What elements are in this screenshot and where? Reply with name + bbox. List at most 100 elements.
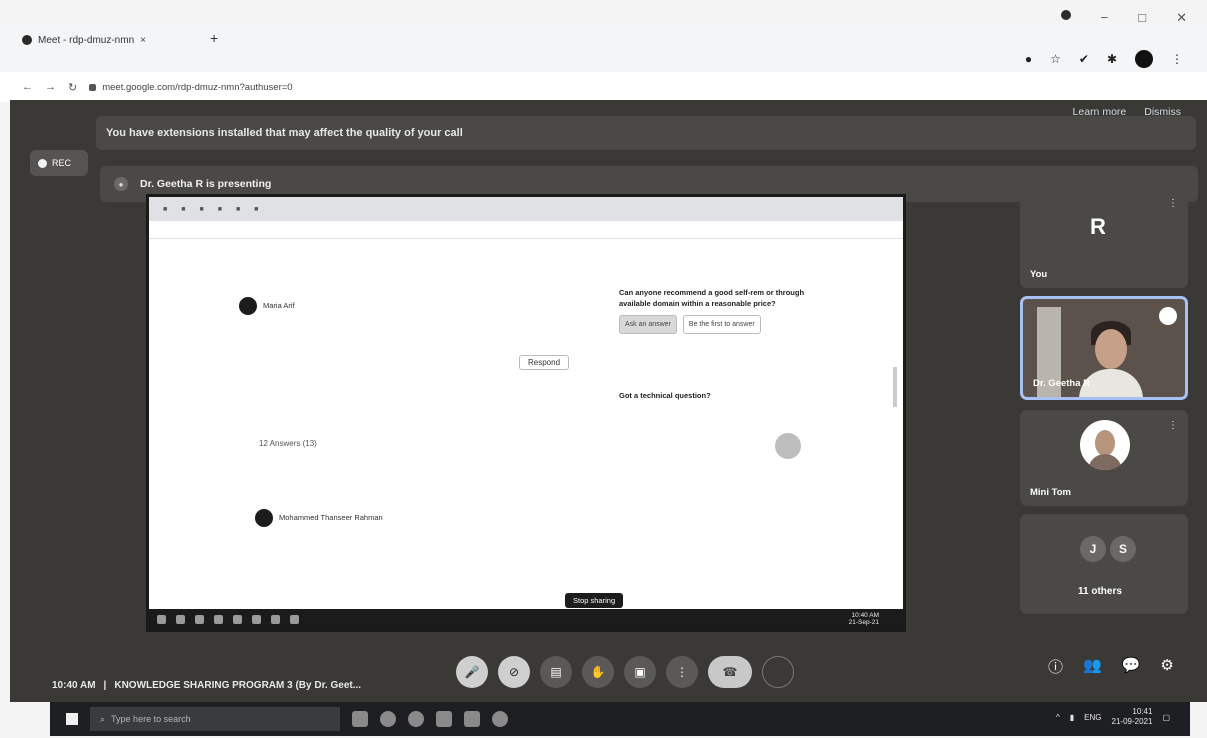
store-icon[interactable] [464, 711, 480, 727]
participant-name: Mini Tom [1030, 487, 1071, 498]
tile-menu-icon[interactable]: ⋮ [1168, 198, 1178, 209]
profile-dot-icon[interactable] [1060, 10, 1071, 20]
screen: Meet - rdp-dmuz-nmn × + − □ ✕ ← → ↻ meet… [0, 0, 1207, 738]
chat-icon[interactable]: 💬 [1122, 656, 1141, 677]
url-field[interactable]: meet.google.com/rdp-dmuz-nmn?authuser=0 [89, 82, 293, 93]
task-view-icon[interactable] [352, 711, 368, 727]
participant-avatar [1080, 420, 1130, 470]
ask-answer-button: Ask an answer [619, 315, 677, 334]
shared-taskbar-icon [176, 614, 185, 624]
shared-taskbar-icon [214, 614, 223, 624]
profile-avatar[interactable] [1135, 50, 1153, 68]
shared-taskbar-icon [290, 614, 299, 624]
shared-tab-icon: ■ [163, 205, 168, 213]
lang-indicator[interactable]: ENG [1084, 713, 1101, 722]
participant-tile-mini[interactable]: ⋮ Mini Tom [1020, 410, 1188, 506]
system-tray: ^ ▮ ENG 10:41 21-09-2021 ▢ [1056, 707, 1170, 727]
mic-button[interactable]: 🎤 [456, 656, 488, 688]
window-controls: − □ ✕ [1060, 10, 1187, 26]
star-icon[interactable]: ☆ [1050, 52, 1061, 66]
you-initial: R [1090, 214, 1106, 239]
settings-icon[interactable] [492, 711, 508, 727]
participant-tile-presenter[interactable]: Dr. Geetha R [1020, 296, 1188, 400]
activities-icon[interactable]: ⚙ [1160, 656, 1173, 677]
participant-badge-s: S [1110, 536, 1136, 562]
back-icon[interactable]: ← [22, 81, 33, 93]
presenter-pin-icon[interactable]: ● [114, 177, 128, 191]
present-button[interactable]: ▣ [624, 656, 656, 688]
shared-taskbar-icon [157, 614, 166, 624]
shared-tab-icon: ■ [217, 205, 222, 213]
tab-close-icon[interactable]: × [140, 35, 146, 46]
dismiss-button[interactable]: Dismiss [1144, 106, 1181, 118]
raise-hand-button[interactable]: ✋ [582, 656, 614, 688]
minimize-button[interactable]: − [1101, 10, 1109, 26]
battery-icon[interactable]: ▮ [1070, 713, 1074, 722]
search-placeholder: Type here to search [111, 714, 191, 724]
mic-active-icon [1159, 307, 1177, 325]
more-options-button[interactable]: ⋮ [666, 656, 698, 688]
shared-address-bar [149, 221, 903, 239]
taskbar-search[interactable]: ⌕ Type here to search [90, 707, 340, 731]
chrome-icon[interactable] [408, 711, 424, 727]
shared-tab-icon: ■ [235, 205, 241, 213]
comment-author: Maria Arif [263, 301, 295, 310]
shared-taskbar-icon [271, 614, 280, 624]
side-controls: ⓘ 👥 💬 ⚙ [1048, 656, 1174, 677]
participant-tile-you[interactable]: R ⋮ You [1020, 188, 1188, 288]
address-bar: ← → ↻ meet.google.com/rdp-dmuz-nmn?authu… [0, 72, 1207, 102]
forward-icon[interactable]: → [45, 81, 56, 93]
camera-button[interactable]: ⊘ [498, 656, 530, 688]
record-dot-icon [38, 158, 47, 168]
blank-control-button[interactable] [762, 656, 794, 688]
others-count: 11 others [1078, 586, 1122, 597]
meeting-time: 10:40 AM [52, 680, 96, 691]
search-icon: ⌕ [100, 713, 106, 724]
comment-2-author: Mohammed Thanseer Rahman [279, 513, 383, 522]
shared-tab-icon: ■ [254, 205, 259, 213]
people-icon[interactable]: 👥 [1083, 656, 1102, 677]
meet-window: You have extensions installed that may a… [10, 100, 1207, 702]
maximize-button[interactable]: □ [1138, 10, 1146, 26]
new-tab-button[interactable]: + [210, 30, 218, 46]
commenter-2-avatar [255, 509, 273, 527]
shared-tab-icon: ■ [181, 205, 186, 213]
shared-right-panel: Can anyone recommend a good self-rem or … [619, 241, 819, 401]
shared-taskbar [149, 609, 903, 629]
first-answer-button: Be the first to answer [682, 315, 761, 334]
close-window-button[interactable]: ✕ [1176, 10, 1187, 26]
end-call-button[interactable]: ☎ [708, 656, 752, 688]
banner-actions: Learn more Dismiss [1073, 106, 1181, 118]
taskbar-clock[interactable]: 10:41 21-09-2021 [1112, 707, 1153, 727]
shared-tab-icon: ■ [199, 205, 204, 213]
shared-taskbar-icon [252, 614, 261, 624]
shared-taskbar-icon [195, 614, 204, 624]
windows-start-icon[interactable] [66, 713, 78, 725]
shared-taskbar-icon [233, 614, 242, 624]
captions-button[interactable]: ▤ [540, 656, 572, 688]
meeting-separator: | [103, 680, 107, 691]
browser-tab[interactable]: Meet - rdp-dmuz-nmn × [22, 28, 202, 52]
call-controls: 🎤 ⊘ ▤ ✋ ▣ ⋮ ☎ [456, 656, 794, 688]
tray-chevron-icon[interactable]: ^ [1056, 713, 1060, 722]
tile-menu-icon[interactable]: ⋮ [1168, 420, 1178, 431]
shared-browser-tabs: ■ ■ ■ ■ ■ ■ [149, 197, 903, 221]
avatar-face [1095, 430, 1115, 456]
mail-icon[interactable] [436, 711, 452, 727]
respond-button: Respond [519, 355, 570, 370]
meeting-title: KNOWLEDGE SHARING PROGRAM 3 (By Dr. Geet… [114, 680, 362, 691]
shared-screen: ■ ■ ■ ■ ■ ■ Maria Arif Respond 12 Answer… [146, 194, 906, 632]
reload-icon[interactable]: ↻ [68, 81, 77, 94]
shared-clock-date: 21-Sep-21 [848, 619, 879, 626]
stop-sharing-button[interactable]: Stop sharing [565, 593, 624, 608]
info-icon[interactable]: ⓘ [1048, 656, 1063, 677]
camera-extension-icon[interactable]: ● [1025, 52, 1032, 66]
learn-more-link[interactable]: Learn more [1073, 106, 1127, 118]
browser-menu-icon[interactable]: ⋮ [1171, 52, 1183, 66]
notification-icon[interactable]: ▢ [1162, 713, 1170, 722]
participant-name: Dr. Geetha R [1033, 378, 1091, 389]
participant-tile-others[interactable]: J S 11 others [1020, 514, 1188, 614]
check-extension-icon[interactable]: ✔ [1079, 52, 1089, 66]
puzzle-icon[interactable]: ✱ [1107, 52, 1117, 66]
edge-icon[interactable] [380, 711, 396, 727]
